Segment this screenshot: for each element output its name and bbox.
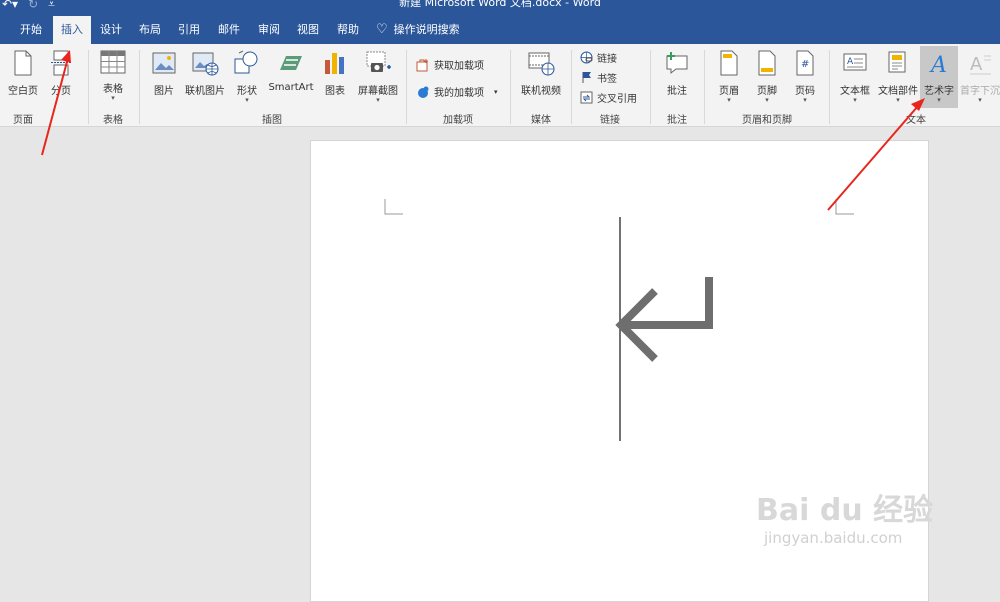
watermark-url: jingyan.baidu.com bbox=[764, 529, 903, 547]
red-arrow-to-wordart bbox=[827, 98, 925, 211]
baidu-watermark: Bai du 经验 jingyan.baidu.com bbox=[756, 485, 933, 547]
red-arrow-to-insert-tab bbox=[41, 50, 71, 156]
watermark-brand: Bai du 经验 bbox=[756, 493, 934, 528]
